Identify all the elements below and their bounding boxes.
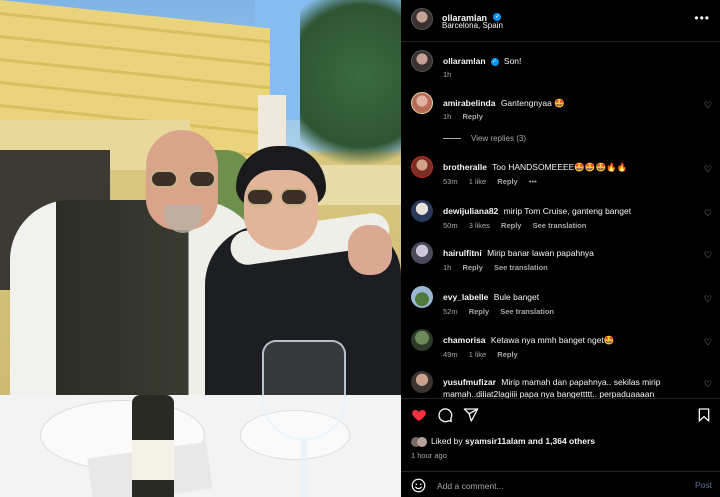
avatar[interactable]: [411, 50, 433, 72]
comment-body: Gantengnyaa 🤩: [500, 98, 565, 108]
comment-body: Ketawa nya mmh banget nget🤩: [490, 335, 615, 345]
post-location[interactable]: Barcelona, Spain: [442, 21, 503, 30]
comment-username[interactable]: chamorisa: [443, 335, 486, 345]
comment-meta: 50m 3 likes Reply See translation: [443, 221, 595, 230]
comment-text: amirabelinda Gantengnyaa 🤩: [443, 97, 693, 109]
comment-body: mirip Tom Cruise, ganteng banget: [503, 206, 632, 216]
comment-time: 50m: [443, 221, 458, 230]
comment-meta: 53m 1 like Reply •••: [443, 177, 546, 186]
comment-icon[interactable]: [437, 407, 453, 423]
heart-outline-icon[interactable]: ♡: [704, 379, 712, 390]
heart-outline-icon[interactable]: ♡: [704, 337, 712, 348]
comment-username[interactable]: amirabelinda: [443, 98, 495, 108]
photo-wine-glass-stem: [301, 438, 307, 497]
post-photo[interactable]: [0, 0, 401, 497]
comment-time: 52m: [443, 307, 458, 316]
comment-meta: 1h Reply: [443, 112, 492, 121]
comment-time: 1h: [443, 263, 452, 272]
caption-username[interactable]: ollaramlan: [443, 56, 486, 66]
comments-list[interactable]: ollaramlan ✓ Son! 1h amirabelinda Ganteng…: [401, 42, 720, 398]
post-button[interactable]: Post: [695, 480, 712, 490]
see-translation-link[interactable]: See translation: [533, 221, 587, 230]
photo-wine-glass: [262, 340, 346, 440]
heart-outline-icon[interactable]: ♡: [704, 294, 712, 305]
comment-username[interactable]: dewijuliana82: [443, 206, 498, 216]
comment-meta: 52m Reply See translation: [443, 307, 563, 316]
emoji-icon[interactable]: [411, 478, 426, 493]
avatar[interactable]: [411, 329, 433, 351]
avatar[interactable]: [411, 371, 433, 393]
add-comment-row: Post: [401, 471, 720, 497]
comment-text: hairulfitni Mirip banar lawan papahnya: [443, 247, 693, 259]
liked-by[interactable]: Liked by syamsir11alam and 1,364 others: [411, 436, 595, 447]
more-options-icon[interactable]: •••: [694, 11, 710, 25]
post-header: ollaramlan ✓ Barcelona, Spain •••: [401, 0, 720, 42]
avatar[interactable]: [411, 242, 433, 264]
post-actions: Liked by syamsir11alam and 1,364 others …: [401, 398, 720, 497]
comment-username[interactable]: yusufmufizar: [443, 377, 496, 387]
post-side-panel: ollaramlan ✓ Barcelona, Spain ••• ollara…: [401, 0, 720, 497]
caption-body: Son!: [503, 56, 522, 66]
photo-person-left-sunglasses: [150, 170, 216, 190]
comment-text: chamorisa Ketawa nya mmh banget nget🤩: [443, 334, 693, 346]
comment-username[interactable]: evy_labelle: [443, 292, 488, 302]
photo-bottle-label: [132, 440, 174, 480]
comment-meta: 1h Reply See translation: [443, 263, 557, 272]
share-icon[interactable]: [463, 407, 479, 423]
heart-outline-icon[interactable]: ♡: [704, 164, 712, 175]
reply-button[interactable]: Reply: [497, 350, 517, 359]
comment-text: yusufmufizar Mirip mamah dan papahnya.. …: [443, 376, 693, 398]
verified-badge-icon: ✓: [490, 57, 499, 66]
heart-outline-icon[interactable]: ♡: [704, 100, 712, 111]
photo-person-right-head: [244, 170, 318, 250]
reply-button[interactable]: Reply: [501, 221, 521, 230]
photo-person-right-sunglasses: [246, 188, 308, 208]
view-replies-button[interactable]: View replies (3): [443, 134, 526, 143]
avatar[interactable]: [411, 200, 433, 222]
avatar[interactable]: [411, 156, 433, 178]
reply-button[interactable]: Reply: [462, 263, 482, 272]
heart-outline-icon[interactable]: ♡: [704, 250, 712, 261]
reply-button[interactable]: Reply: [497, 177, 517, 186]
caption-text: ollaramlan ✓ Son!: [443, 55, 693, 67]
divider: [443, 138, 461, 140]
comment-time: 53m: [443, 177, 458, 186]
liked-by-prefix: Liked by: [431, 436, 463, 446]
comment-time: 1h: [443, 112, 452, 121]
verified-badge-icon: ✓: [493, 12, 502, 21]
bookmark-icon[interactable]: [696, 407, 712, 423]
reply-button[interactable]: Reply: [462, 112, 482, 121]
comment-body: Too HANDSOMEEEE🤩🤩🤩🔥🔥: [492, 162, 628, 172]
avatar[interactable]: [411, 286, 433, 308]
avatar[interactable]: [411, 92, 433, 114]
caption-meta: 1h: [443, 70, 460, 79]
comment-text: dewijuliana82 mirip Tom Cruise, ganteng …: [443, 205, 693, 217]
comment-likes[interactable]: 3 likes: [469, 221, 490, 230]
comment-body: Bule banget: [493, 292, 540, 302]
heart-outline-icon[interactable]: ♡: [704, 208, 712, 219]
heart-filled-icon[interactable]: [411, 407, 427, 423]
comment-likes[interactable]: 1 like: [469, 177, 487, 186]
reply-button[interactable]: Reply: [469, 307, 489, 316]
see-translation-link[interactable]: See translation: [500, 307, 554, 316]
post-timestamp[interactable]: 1 hour ago: [411, 451, 447, 460]
liked-by-count[interactable]: and 1,364 others: [528, 436, 595, 446]
more-horizontal-icon[interactable]: •••: [529, 177, 537, 186]
comment-username[interactable]: hairulfitni: [443, 248, 482, 258]
comment-input[interactable]: [437, 479, 657, 493]
comment-username[interactable]: brotheralle: [443, 162, 487, 172]
comment-meta: 49m 1 like Reply: [443, 350, 527, 359]
comment-text: brotheralle Too HANDSOMEEEE🤩🤩🤩🔥🔥: [443, 161, 693, 173]
liked-by-username[interactable]: syamsir11alam: [465, 436, 526, 446]
avatar: [417, 436, 427, 447]
comment-text: evy_labelle Bule banget: [443, 291, 693, 303]
avatar[interactable]: [411, 8, 433, 30]
photo-hand: [348, 225, 392, 275]
comment-body: Mirip banar lawan papahnya: [487, 248, 594, 258]
comment-time: 49m: [443, 350, 458, 359]
view-replies-label[interactable]: View replies (3): [471, 134, 526, 143]
see-translation-link[interactable]: See translation: [494, 263, 548, 272]
caption-time: 1h: [443, 70, 452, 79]
comment-likes[interactable]: 1 like: [469, 350, 487, 359]
